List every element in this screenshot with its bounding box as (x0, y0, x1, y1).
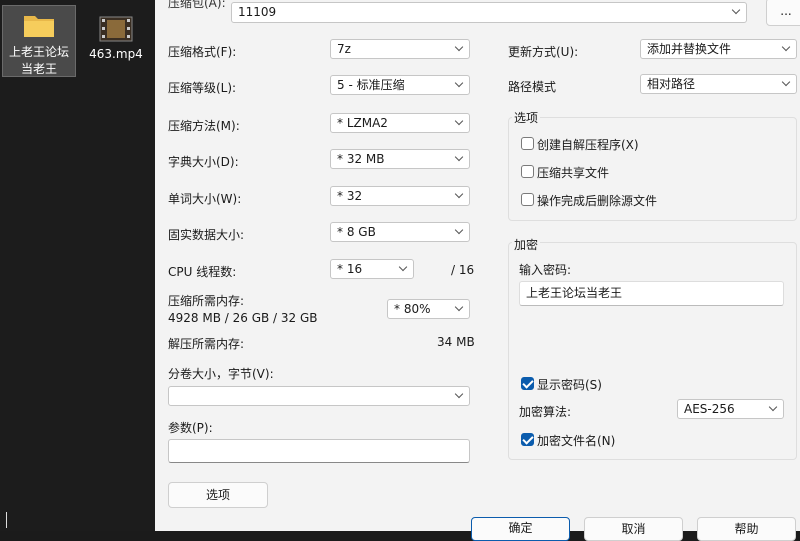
desktop-folder-item[interactable]: 上老王论坛 当老王 (2, 5, 76, 77)
path-value: 相对路径 (647, 77, 696, 91)
encrypt-method-value: AES-256 (684, 402, 735, 416)
cancel-button[interactable]: 取消 (584, 517, 683, 541)
method-label: 压缩方法(M): (168, 119, 240, 133)
dict-value: * 32 MB (337, 152, 385, 166)
update-dropdown[interactable]: 添加并替换文件 (640, 39, 797, 59)
options-button[interactable]: 选项 (168, 482, 268, 508)
delete-checkbox[interactable] (521, 193, 534, 206)
sfx-label: 创建自解压程序(X) (537, 138, 639, 152)
show-password-checkbox[interactable] (521, 377, 534, 390)
format-label: 压缩格式(F): (168, 45, 237, 59)
archive-path-dropdown[interactable]: 11109 (231, 2, 747, 23)
video-file-icon (99, 16, 133, 42)
update-value: 添加并替换文件 (647, 42, 732, 56)
cpu-value: * 16 (337, 262, 363, 276)
encrypt-names-checkbox[interactable] (521, 433, 534, 446)
password-input[interactable]: 上老王论坛当老王 (519, 281, 784, 306)
desktop-area: 上老王论坛 当老王 463.mp4 (0, 0, 155, 531)
password-label: 输入密码: (519, 263, 572, 277)
folder-label-line2: 当老王 (20, 62, 57, 76)
compress-dialog: 压缩包(A): 11109 ... 压缩格式(F): 7z 压缩等级(L): 5… (155, 0, 800, 541)
encrypt-method-label: 加密算法: (519, 405, 572, 419)
decomp-label: 解压所需内存: (168, 337, 245, 351)
word-dropdown[interactable]: * 32 (330, 186, 470, 206)
decomp-value: 34 MB (437, 335, 475, 349)
mem-dropdown[interactable]: * 80% (387, 299, 470, 319)
params-input[interactable] (168, 439, 470, 463)
solid-label: 固实数据大小: (168, 228, 245, 242)
format-dropdown[interactable]: 7z (330, 39, 470, 59)
level-label: 压缩等级(L): (168, 81, 237, 95)
text-cursor (6, 512, 7, 528)
help-button[interactable]: 帮助 (697, 517, 796, 541)
show-password-label: 显示密码(S) (537, 378, 602, 392)
update-label: 更新方式(U): (508, 45, 579, 59)
ok-button[interactable]: 确定 (471, 517, 570, 541)
split-dropdown[interactable] (168, 386, 470, 406)
folder-icon (24, 16, 54, 37)
folder-label-line1: 上老王论坛 (8, 45, 69, 59)
archive-path-value: 11109 (238, 5, 277, 19)
params-label: 参数(P): (168, 421, 213, 435)
shared-label: 压缩共享文件 (537, 166, 610, 180)
level-dropdown[interactable]: 5 - 标准压缩 (330, 75, 470, 95)
word-value: * 32 (337, 189, 363, 203)
path-dropdown[interactable]: 相对路径 (640, 74, 797, 94)
options-group-title: 选项 (512, 109, 541, 126)
word-label: 单词大小(W): (168, 192, 242, 206)
password-value: 上老王论坛当老王 (526, 286, 623, 300)
format-value: 7z (337, 42, 351, 56)
delete-label: 操作完成后删除源文件 (537, 194, 658, 208)
level-value: 5 - 标准压缩 (337, 78, 405, 92)
split-label: 分卷大小，字节(V): (168, 367, 274, 381)
path-label: 路径模式 (508, 80, 557, 94)
mem-value: * 80% (394, 302, 431, 316)
cpu-label: CPU 线程数: (168, 265, 237, 279)
mem-label: 压缩所需内存: (168, 294, 245, 308)
encrypt-method-dropdown[interactable]: AES-256 (677, 399, 784, 419)
solid-dropdown[interactable]: * 8 GB (330, 222, 470, 242)
cpu-dropdown[interactable]: * 16 (330, 259, 414, 279)
archive-label: 压缩包(A): (168, 0, 226, 10)
encrypt-names-label: 加密文件名(N) (537, 434, 616, 448)
desktop-video-item[interactable]: 463.mp4 (80, 6, 152, 76)
dict-dropdown[interactable]: * 32 MB (330, 149, 470, 169)
video-label: 463.mp4 (89, 47, 143, 61)
method-dropdown[interactable]: * LZMA2 (330, 113, 470, 133)
solid-value: * 8 GB (337, 225, 376, 239)
encrypt-group-title: 加密 (512, 236, 541, 253)
browse-button[interactable]: ... (766, 0, 800, 26)
cpu-max: / 16 (451, 263, 475, 277)
mem-detail: 4928 MB / 26 GB / 32 GB (168, 311, 318, 325)
shared-checkbox[interactable] (521, 165, 534, 178)
method-value: * LZMA2 (337, 116, 388, 130)
sfx-checkbox[interactable] (521, 137, 534, 150)
dict-label: 字典大小(D): (168, 155, 239, 169)
